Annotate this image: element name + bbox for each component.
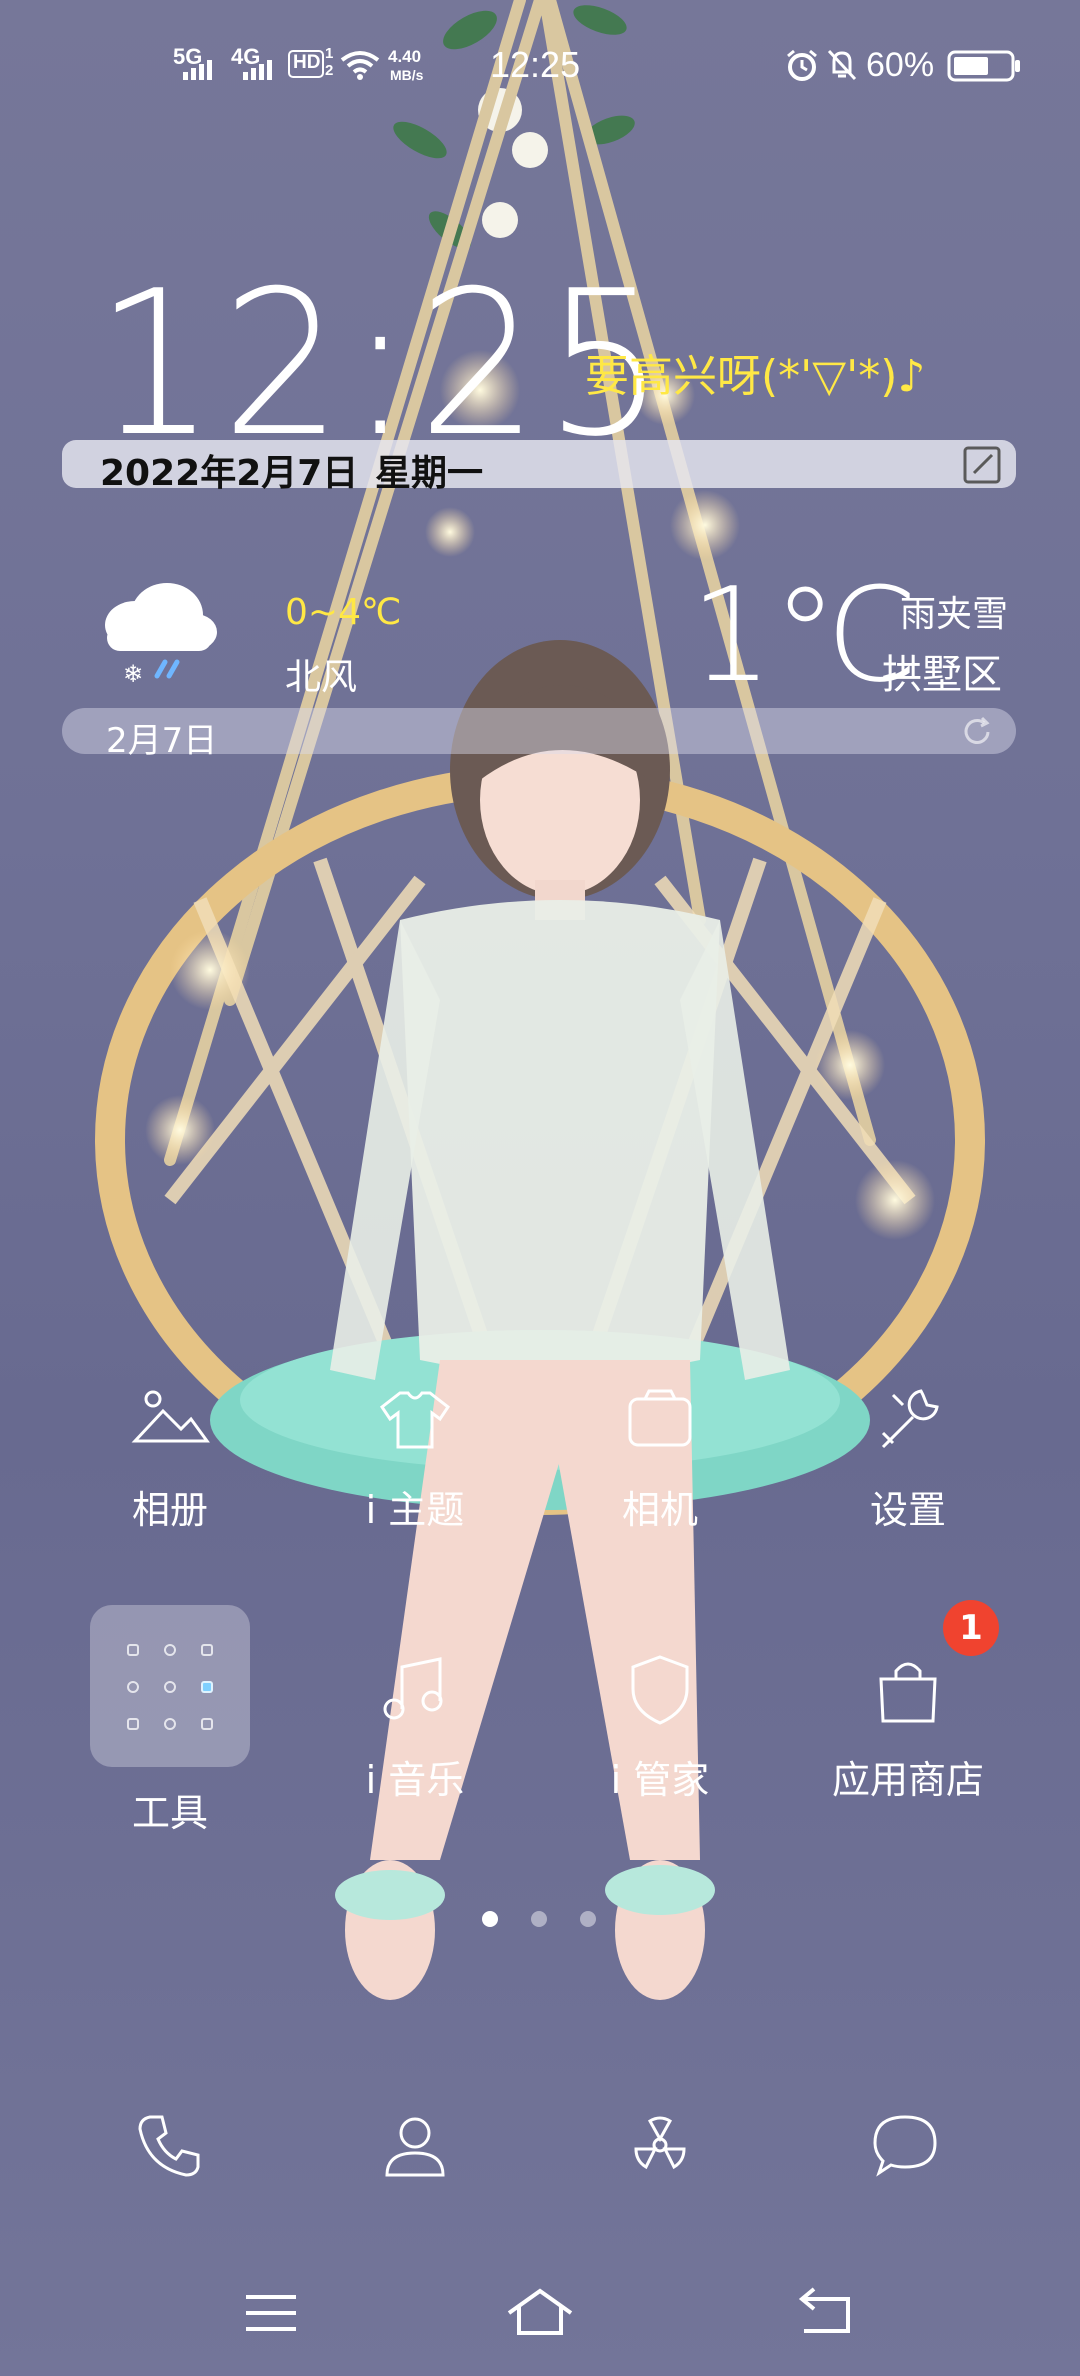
clock-widget-motto: 要高兴呀(*'▽'*)♪ [585,351,926,402]
back-icon[interactable] [790,2283,860,2343]
net-speed-value: 4.40 [388,47,422,66]
hd-sim-2: 2 [325,62,334,79]
weather-condition: 雨夹雪 [900,594,1009,635]
clock-widget-weekday: 星期一 [375,453,484,494]
app-store[interactable]: 应用商店 [808,1645,1008,1804]
app-label: 相机 [621,1488,698,1532]
notification-badge: 1 [943,1600,999,1656]
mute-bell-icon [827,49,857,81]
hd-sim-1: 1 [325,45,334,62]
battery-icon [947,50,1020,82]
app-photos[interactable]: 相册 [70,1375,270,1534]
tools-folder-icon[interactable] [90,1605,250,1767]
browser-icon[interactable] [620,2105,700,2185]
signal-bars-icon [243,60,272,80]
app-label: 工具 [131,1791,208,1835]
weather-wind: 北风 [285,657,358,698]
app-theme[interactable]: i 主题 [315,1375,515,1534]
menu-icon[interactable] [236,2283,306,2343]
page-dot[interactable] [580,1911,596,1927]
edit-icon[interactable] [962,445,1002,485]
weather-district: 拱墅区 [882,652,1002,698]
hd-label: HD [293,52,321,73]
weather-date: 2月7日 [106,721,218,761]
settings-icon [881,1389,939,1449]
weather-sleet-icon: ❄ [105,583,217,688]
app-label: i 主题 [365,1488,465,1532]
app-tools[interactable]: 工具 [70,1782,270,1837]
refresh-icon[interactable] [960,715,994,749]
alarm-icon [787,49,817,81]
phone-icon[interactable] [130,2105,210,2185]
app-security[interactable]: i 管家 [560,1645,760,1804]
status-time: 12:25 [490,44,581,85]
status-bar: 5G 4G HD 1 2 4.40 MB/s 12:25 60% [0,0,1080,130]
shield-icon [631,1655,689,1725]
signal-bars-icon [183,60,212,80]
battery-percent: 60% [866,46,935,84]
net-speed-unit: MB/s [390,67,424,83]
wifi-icon [340,51,380,80]
theme-icon [379,1391,451,1449]
app-camera[interactable]: 相机 [560,1375,760,1534]
contacts-icon[interactable] [375,2105,455,2185]
svg-text:❄: ❄ [123,660,143,688]
photos-icon [131,1390,210,1443]
music-icon [383,1657,443,1720]
app-label: i 音乐 [365,1758,465,1802]
app-label: 设置 [869,1488,946,1532]
app-label: 相册 [131,1488,208,1532]
camera-icon [628,1389,692,1447]
page-dot-active[interactable] [482,1911,498,1927]
clock-widget-date: 2022年2月7日 [100,453,359,494]
app-store-icon [879,1662,937,1723]
home-icon[interactable] [505,2283,575,2343]
app-label: 应用商店 [831,1758,984,1802]
app-music[interactable]: i 音乐 [315,1645,515,1804]
messages-icon[interactable] [865,2105,945,2185]
app-label: i 管家 [610,1758,710,1802]
app-settings[interactable]: 设置 [808,1375,1008,1534]
page-dot[interactable] [531,1911,547,1927]
weather-temp-range: 0~4℃ [285,592,402,633]
